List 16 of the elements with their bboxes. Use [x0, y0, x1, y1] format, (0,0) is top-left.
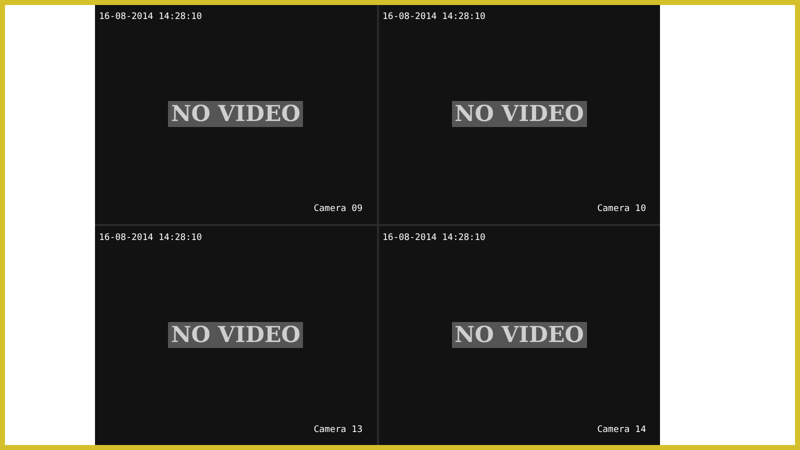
no-video-label: NO VIDEO [168, 322, 304, 348]
timestamp: 16-08-2014 14:28:10 [99, 234, 202, 243]
no-video-label: NO VIDEO [452, 100, 587, 126]
camera-tile[interactable]: 16-08-2014 14:28:10 NO VIDEO Camera 10 [378, 5, 660, 224]
camera-tile[interactable]: 16-08-2014 14:28:10 NO VIDEO Camera 13 [95, 226, 376, 445]
camera-label: Camera 09 [314, 205, 362, 214]
camera-label: Camera 14 [597, 426, 646, 435]
timestamp: 16-08-2014 14:28:10 [382, 234, 486, 243]
camera-label: Camera 10 [597, 205, 646, 214]
no-video-label: NO VIDEO [452, 322, 587, 348]
no-video-label: NO VIDEO [168, 100, 304, 126]
camera-label: Camera 13 [314, 426, 362, 435]
timestamp: 16-08-2014 14:28:10 [382, 13, 486, 22]
timestamp: 16-08-2014 14:28:10 [99, 13, 202, 22]
camera-tile[interactable]: 16-08-2014 14:28:10 NO VIDEO Camera 14 [378, 226, 660, 445]
camera-tile[interactable]: 16-08-2014 14:28:10 NO VIDEO Camera 09 [95, 5, 376, 224]
